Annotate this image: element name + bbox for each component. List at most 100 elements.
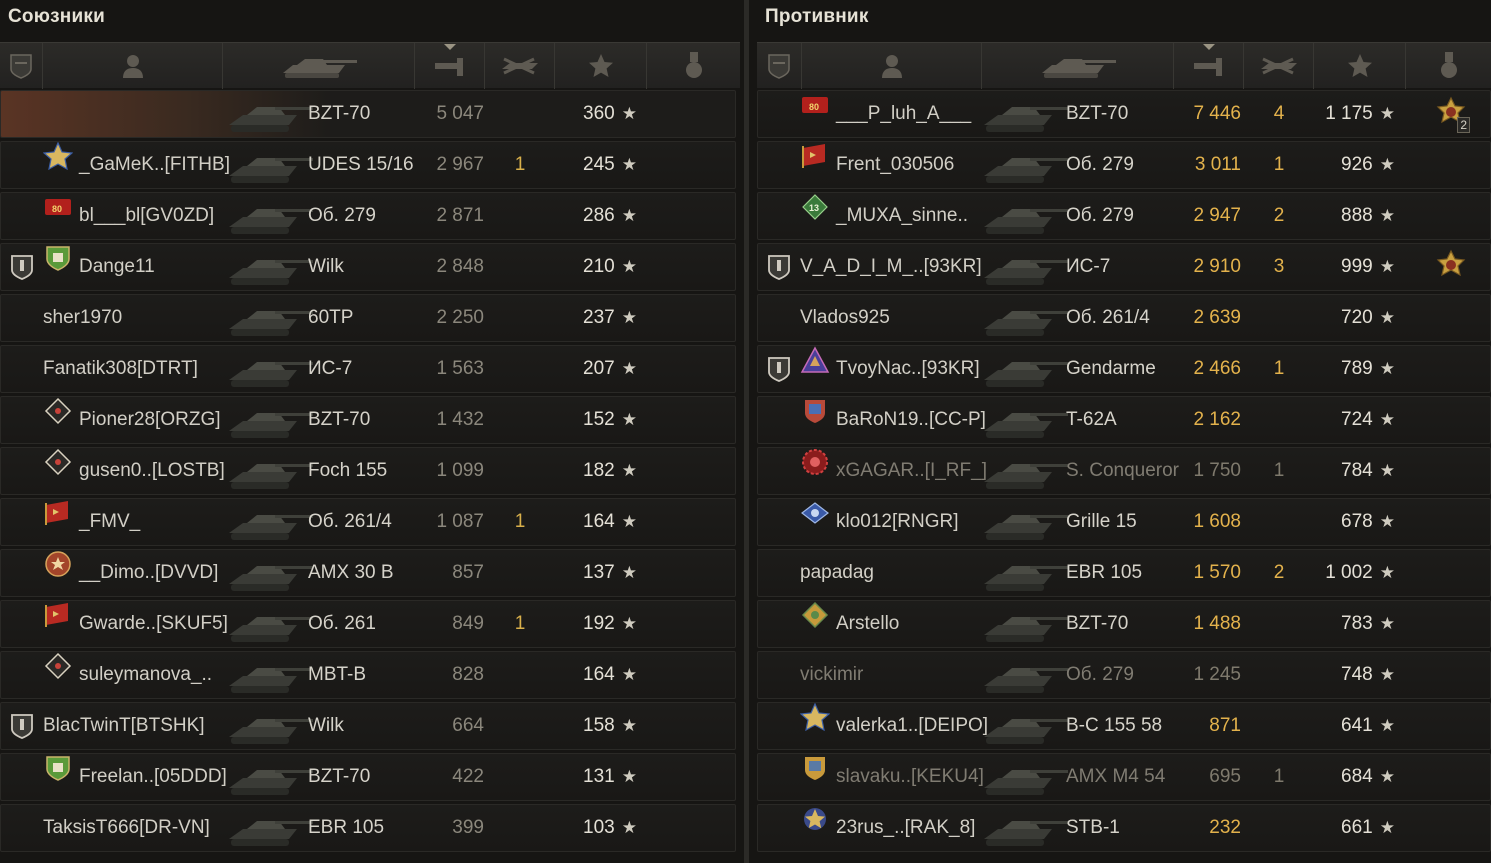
header-kills[interactable] [1244, 43, 1314, 89]
tank-image [978, 554, 1068, 594]
header-medal[interactable] [1406, 43, 1491, 89]
table-row[interactable]: BaRoN19..[CC-P] T-62A 2 162 724 ★ [757, 396, 1491, 444]
tank-image [223, 656, 313, 696]
platoon-icon [768, 54, 790, 79]
triangle-badge-icon [800, 346, 830, 374]
player-name: klo012[RNGR] [836, 511, 959, 532]
star-icon [588, 54, 613, 77]
table-row[interactable]: Freelan..[05DDD] BZT-70 422 131 ★ [0, 753, 736, 801]
damage-value: 2 947 [1193, 205, 1241, 226]
table-row[interactable]: TaksisT666[DR-VN] EBR 105 399 103 ★ [0, 804, 736, 852]
header-player[interactable] [43, 43, 223, 89]
table-row[interactable]: 13 _MUXA_sinne.. Об. 279 2 947 2 888 ★ [757, 192, 1491, 240]
vehicle-name: Foch 155 [308, 460, 388, 481]
table-row[interactable]: 80 bl___bl[GV0ZD] Об. 279 2 871 286 ★ [0, 192, 736, 240]
header-damage[interactable] [1174, 43, 1244, 89]
header-vehicle[interactable] [982, 43, 1174, 89]
vehicle-name: AMX 30 B [308, 562, 394, 583]
xp-cell: 724 ★ [1315, 397, 1395, 443]
table-row[interactable]: Dange11 Wilk 2 848 210 ★ [0, 243, 736, 291]
shield-badge-icon [43, 754, 73, 782]
table-row[interactable]: xGAGAR..[I_RF_] S. Conqueror 1 750 1 784 ★ [757, 447, 1491, 495]
tank-image [978, 809, 1068, 849]
table-row[interactable]: Frent_030506 Об. 279 3 011 1 926 ★ [757, 141, 1491, 189]
table-row[interactable]: 80 ___P_luh_A___ BZT-70 7 446 4 1 175 ★ 2 [757, 90, 1491, 138]
table-row[interactable]: sher1970 60TP 2 250 237 ★ [0, 294, 736, 342]
table-row[interactable]: gusen0..[LOSTB] Foch 155 1 099 182 ★ [0, 447, 736, 495]
header-platoon[interactable] [0, 43, 43, 89]
table-row[interactable]: __Dimo..[DVVD] AMX 30 B 857 137 ★ [0, 549, 736, 597]
table-row[interactable]: 23rus_..[RAK_8] STB-1 232 661 ★ [757, 804, 1491, 852]
player-name: Vlados925 [800, 307, 890, 328]
table-row[interactable]: BZT-70 5 047 360 ★ [0, 90, 736, 138]
xp-value: 784 [1341, 460, 1373, 481]
table-row[interactable]: TvoyNac..[93KR] Gendarme 2 466 1 789 ★ [757, 345, 1491, 393]
damage-value: 2 910 [1193, 256, 1241, 277]
header-player[interactable] [802, 43, 982, 89]
shield-badge-icon [43, 244, 73, 272]
order-medal-icon[interactable]: 2 [1426, 91, 1476, 137]
table-row[interactable]: _FMV_ Об. 261/4 1 087 1 164 ★ [0, 498, 736, 546]
star-icon: ★ [1379, 461, 1395, 480]
header-vehicle[interactable] [223, 43, 415, 89]
xp-cell: 158 ★ [557, 703, 637, 749]
header-xp[interactable] [1314, 43, 1406, 89]
allies-panel: Союзники BZT-70 5 047 360 ★ _GaMeK..[FIT… [0, 0, 740, 863]
kills-value [485, 754, 555, 800]
table-row[interactable]: vickimir Об. 279 1 245 748 ★ [757, 651, 1491, 699]
kills-value [485, 244, 555, 290]
star-icon: ★ [621, 665, 637, 684]
xp-cell: 103 ★ [557, 805, 637, 851]
order-medal-icon[interactable] [1426, 244, 1476, 290]
table-row[interactable]: suleymanova_.. MBT-B 828 164 ★ [0, 651, 736, 699]
player-name: suleymanova_.. [79, 664, 213, 685]
vehicle-name: ИС-7 [1066, 256, 1111, 277]
header-kills[interactable] [485, 43, 555, 89]
header-medal[interactable] [647, 43, 740, 89]
vehicle-name: S. Conqueror [1066, 460, 1180, 481]
xp-cell: 182 ★ [557, 448, 637, 494]
xp-cell: 684 ★ [1315, 754, 1395, 800]
kills-value [485, 91, 555, 137]
blue-wings-badge-icon [800, 499, 830, 527]
star-icon: ★ [621, 818, 637, 837]
damage-value: 1 608 [1193, 511, 1241, 532]
damage-value: 1 750 [1193, 460, 1241, 481]
star-icon: ★ [1379, 104, 1395, 123]
xp-value: 164 [583, 511, 615, 532]
xp-cell: 286 ★ [557, 193, 637, 239]
table-row[interactable]: valerka1..[DEIPO] B-C 155 58 871 641 ★ [757, 702, 1491, 750]
vehicle-name: T-62A [1066, 409, 1117, 430]
table-row[interactable]: V_A_D_I_M_..[93KR] ИС-7 2 910 3 999 ★ [757, 243, 1491, 291]
vehicle-name: Grille 15 [1066, 511, 1137, 532]
vehicle-name: 60TP [308, 307, 354, 328]
table-row[interactable]: BlacTwinT[BTSHK] Wilk 664 158 ★ [0, 702, 736, 750]
damage-icon [1193, 58, 1222, 76]
table-row[interactable]: _GaMeK..[FITHB] UDES 15/16 2 967 1 245 ★ [0, 141, 736, 189]
tank-image [978, 758, 1068, 798]
xp-cell: 360 ★ [557, 91, 637, 137]
damage-value: 871 [1209, 715, 1241, 736]
xp-value: 245 [583, 154, 615, 175]
header-platoon[interactable] [757, 43, 802, 89]
header-damage[interactable] [415, 43, 485, 89]
damage-value: 2 162 [1193, 409, 1241, 430]
table-row[interactable]: Fanatik308[DTRT] ИС-7 1 563 207 ★ [0, 345, 736, 393]
table-row[interactable]: slavaku..[KEKU4] AMX M4 54 695 1 684 ★ [757, 753, 1491, 801]
table-row[interactable]: Gwarde..[SKUF5] Об. 261 849 1 192 ★ [0, 600, 736, 648]
table-row[interactable]: Pioner28[ORZG] BZT-70 1 432 152 ★ [0, 396, 736, 444]
table-row[interactable]: papadag EBR 105 1 570 2 1 002 ★ [757, 549, 1491, 597]
table-row[interactable]: Arstello BZT-70 1 488 783 ★ [757, 600, 1491, 648]
emblem-badge-icon [43, 550, 73, 578]
tank-image [978, 401, 1068, 441]
table-row[interactable]: Vlados925 Об. 261/4 2 639 720 ★ [757, 294, 1491, 342]
table-row[interactable]: klo012[RNGR] Grille 15 1 608 678 ★ [757, 498, 1491, 546]
player-name: ___P_luh_A___ [836, 103, 972, 124]
player-name: _MUXA_sinne.. [836, 205, 969, 226]
star-icon [1347, 54, 1372, 77]
star-icon: ★ [1379, 716, 1395, 735]
flag-badge-icon [43, 499, 73, 527]
vehicle-name: Об. 279 [1066, 664, 1134, 685]
xp-cell: 661 ★ [1315, 805, 1395, 851]
header-xp[interactable] [555, 43, 647, 89]
